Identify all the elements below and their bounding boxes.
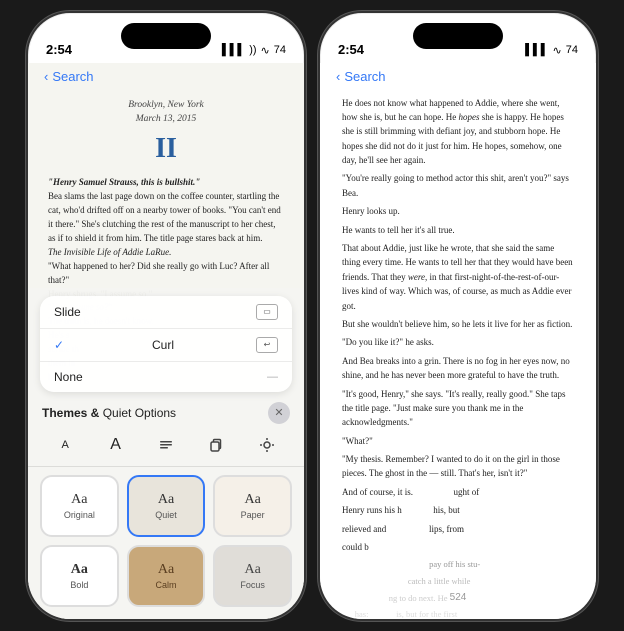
left-search-bar: ‹ Search bbox=[28, 63, 304, 88]
copy-btn[interactable] bbox=[199, 430, 233, 460]
slide-option-none[interactable]: None — bbox=[40, 362, 292, 392]
status-icons-left: ▌▌▌ )) ∿ 74 bbox=[222, 44, 286, 57]
curl-label: Curl bbox=[152, 338, 174, 352]
right-search-bar: ‹ Search bbox=[320, 63, 596, 88]
brightness-btn[interactable] bbox=[250, 430, 284, 460]
theme-quiet-label: Aa bbox=[158, 492, 174, 508]
slide-label: Slide bbox=[54, 305, 81, 319]
copy-icon bbox=[208, 437, 224, 453]
right-search-back-label: Search bbox=[344, 69, 385, 84]
themes-grid: Aa Original Aa Quiet Aa Paper Aa Bold bbox=[28, 467, 304, 619]
font-large-btn[interactable]: A bbox=[99, 430, 133, 460]
close-button[interactable]: ✕ bbox=[268, 402, 290, 424]
slide-option-slide[interactable]: Slide ▭ bbox=[40, 296, 292, 329]
page-number: 524 bbox=[450, 592, 467, 603]
left-phone-content: ‹ Search Brooklyn, New York March 13, 20… bbox=[28, 63, 304, 619]
search-back-btn[interactable]: ‹ Search bbox=[44, 69, 94, 84]
book-chapter: II bbox=[48, 128, 284, 170]
font-small-btn[interactable]: A bbox=[48, 430, 82, 460]
slide-option-curl[interactable]: ✓ Curl ↩ bbox=[40, 329, 292, 362]
slide-icon: ▭ bbox=[256, 304, 278, 320]
status-icons-right: ▌▌▌ ∿ 74 bbox=[525, 44, 578, 57]
slide-options: Slide ▭ ✓ Curl ↩ None — bbox=[40, 296, 292, 392]
right-phone: 2:54 ▌▌▌ ∿ 74 ‹ Search He does not know … bbox=[318, 11, 598, 621]
right-chevron-left-icon: ‹ bbox=[336, 69, 340, 84]
bottom-panel: Slide ▭ ✓ Curl ↩ None — Themes & Qui bbox=[28, 288, 304, 619]
wifi-icon-left: )) bbox=[249, 44, 256, 56]
brightness-icon bbox=[259, 437, 275, 453]
signal-icon-left: ▌▌▌ bbox=[222, 44, 245, 56]
themes-header: Themes & Quiet Options ✕ bbox=[28, 396, 304, 426]
theme-bold-name: Bold bbox=[70, 580, 88, 590]
check-icon: ✓ bbox=[54, 338, 64, 352]
paragraph-btn[interactable] bbox=[149, 430, 183, 460]
none-icon: — bbox=[267, 371, 278, 383]
wifi-icon-right: ∿ bbox=[553, 44, 562, 57]
theme-calm-name: Calm bbox=[155, 580, 176, 590]
theme-bold-label: Aa bbox=[71, 562, 88, 578]
theme-focus-label: Aa bbox=[244, 562, 260, 578]
theme-original-label: Aa bbox=[71, 492, 87, 508]
book-location: Brooklyn, New York March 13, 2015 bbox=[48, 98, 284, 127]
wifi-symbol-left: ∿ bbox=[261, 44, 270, 57]
right-book-content: He does not know what happened to Addie,… bbox=[320, 88, 596, 619]
right-phone-content: ‹ Search He does not know what happened … bbox=[320, 63, 596, 619]
theme-original-name: Original bbox=[64, 510, 95, 520]
theme-paper[interactable]: Aa Paper bbox=[213, 475, 292, 537]
right-search-back-btn[interactable]: ‹ Search bbox=[336, 69, 386, 84]
theme-quiet-name: Quiet bbox=[155, 510, 177, 520]
theme-bold[interactable]: Aa Bold bbox=[40, 545, 119, 607]
signal-icon-right: ▌▌▌ bbox=[525, 44, 548, 56]
dynamic-island-right bbox=[413, 23, 503, 49]
theme-paper-label: Aa bbox=[244, 492, 260, 508]
paragraph-icon bbox=[158, 437, 174, 453]
none-label: None bbox=[54, 370, 83, 384]
theme-focus-name: Focus bbox=[240, 580, 265, 590]
status-time-right: 2:54 bbox=[338, 42, 364, 57]
theme-paper-name: Paper bbox=[241, 510, 265, 520]
chevron-left-icon: ‹ bbox=[44, 69, 48, 84]
theme-focus[interactable]: Aa Focus bbox=[213, 545, 292, 607]
theme-original[interactable]: Aa Original bbox=[40, 475, 119, 537]
theme-calm[interactable]: Aa Calm bbox=[127, 545, 206, 607]
battery-right: 74 bbox=[566, 44, 578, 56]
status-time-left: 2:54 bbox=[46, 42, 72, 57]
left-phone: 2:54 ▌▌▌ )) ∿ 74 ‹ Search Broo bbox=[26, 11, 306, 621]
themes-title: Themes & Quiet Options bbox=[42, 406, 176, 420]
theme-calm-label: Aa bbox=[158, 562, 174, 578]
battery-left: 74 bbox=[274, 44, 286, 56]
search-back-label: Search bbox=[52, 69, 93, 84]
curl-icon: ↩ bbox=[256, 337, 278, 353]
dynamic-island bbox=[121, 23, 211, 49]
phones-container: 2:54 ▌▌▌ )) ∿ 74 ‹ Search Broo bbox=[16, 1, 608, 631]
format-toolbar: A A bbox=[28, 426, 304, 467]
theme-quiet[interactable]: Aa Quiet bbox=[127, 475, 206, 537]
